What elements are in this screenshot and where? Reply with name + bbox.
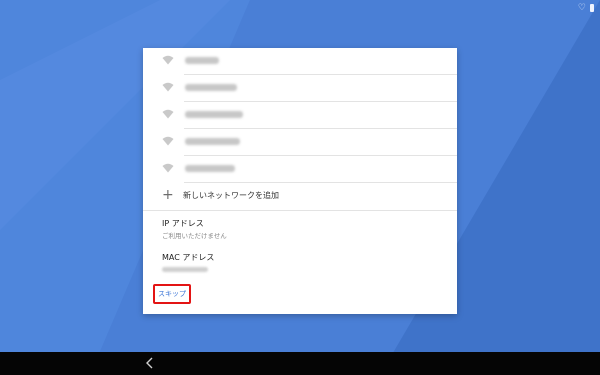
wifi-signal-icon xyxy=(162,163,174,173)
divider xyxy=(143,210,457,211)
skip-button-label: スキップ xyxy=(158,290,186,298)
plus-icon: + xyxy=(162,187,174,203)
skip-button[interactable]: スキップ xyxy=(153,284,191,304)
wifi-ssid-redacted xyxy=(185,165,235,172)
heart-icon: ♡ xyxy=(577,2,586,13)
wifi-network-item[interactable] xyxy=(143,102,457,128)
wifi-ssid-redacted xyxy=(185,84,237,91)
wifi-signal-icon xyxy=(162,55,174,65)
wifi-ssid-redacted xyxy=(185,111,243,118)
wifi-network-item[interactable] xyxy=(143,156,457,182)
back-chevron-icon[interactable] xyxy=(144,356,156,370)
wifi-network-item[interactable] xyxy=(143,48,457,74)
wifi-ssid-redacted xyxy=(185,138,240,145)
mac-address-value-redacted xyxy=(162,267,208,272)
wifi-signal-icon xyxy=(162,136,174,146)
wifi-signal-icon xyxy=(162,109,174,119)
navigation-bar xyxy=(0,352,600,375)
mac-address-title: MAC アドレス xyxy=(162,253,215,262)
add-network-label: 新しいネットワークを追加 xyxy=(183,191,279,200)
status-bar: ♡ xyxy=(572,0,600,16)
ip-address-title: IP アドレス xyxy=(162,219,204,228)
wifi-signal-icon xyxy=(162,82,174,92)
wifi-network-item[interactable] xyxy=(143,75,457,101)
battery-icon xyxy=(590,4,594,12)
wifi-ssid-redacted xyxy=(185,57,219,64)
wifi-network-item[interactable] xyxy=(143,129,457,155)
wifi-setup-dialog: + 新しいネットワークを追加 IP アドレス ご利用いただけません MAC アド… xyxy=(143,48,457,314)
add-network-item[interactable]: + 新しいネットワークを追加 xyxy=(143,182,457,210)
ip-address-value: ご利用いただけません xyxy=(162,232,227,240)
